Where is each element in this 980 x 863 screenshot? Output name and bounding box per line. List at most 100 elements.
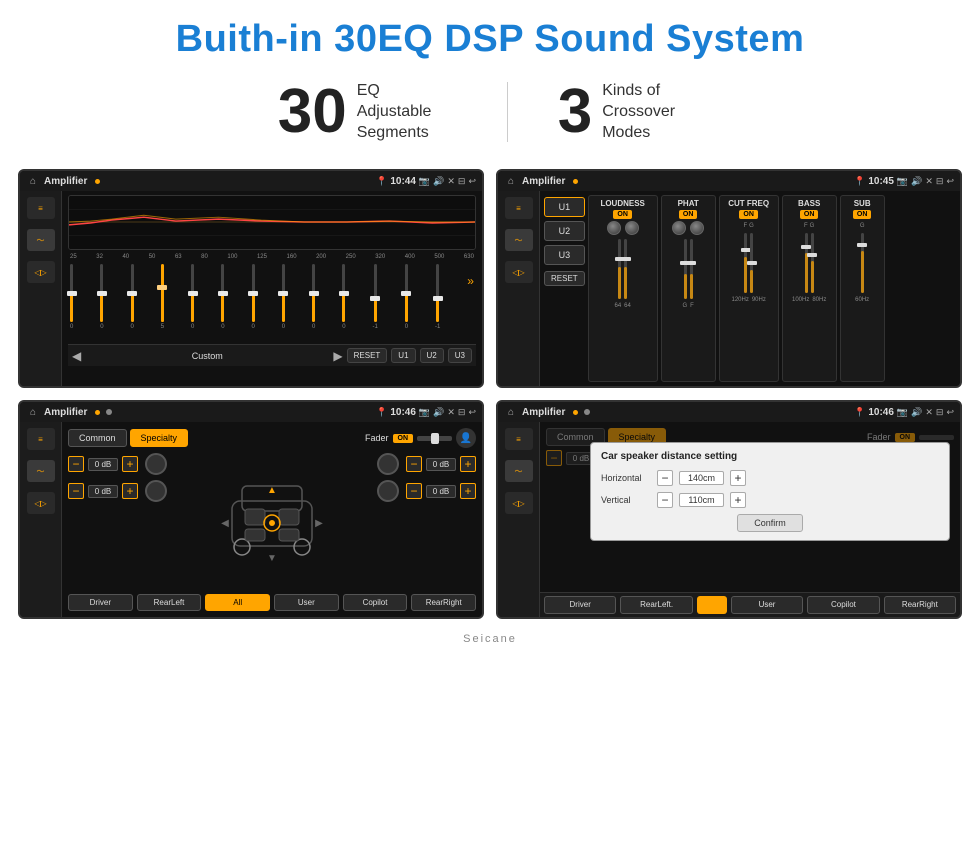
db4-minus[interactable]: − [406, 483, 422, 499]
confirm-button[interactable]: Confirm [737, 514, 803, 532]
home-icon[interactable]: ⌂ [26, 174, 40, 188]
db3-plus[interactable]: + [460, 456, 476, 472]
vertical-minus[interactable]: − [657, 492, 673, 508]
copilot-btn[interactable]: Copilot [343, 594, 408, 611]
rearleft-btn[interactable]: RearLeft [137, 594, 202, 611]
eq-slider-3[interactable]: 5 [161, 264, 164, 330]
eq-slider-7[interactable]: 0 [282, 264, 285, 330]
sidebar-vol-btn[interactable]: ◁▷ [27, 261, 55, 283]
sidebar3-wave-btn[interactable]: 〜 [27, 460, 55, 482]
loudness-knob2[interactable] [625, 221, 639, 235]
user-btn-4[interactable]: User [731, 596, 803, 614]
cutfreq-slider2[interactable] [750, 233, 753, 293]
db2-minus[interactable]: − [68, 483, 84, 499]
loudness-on[interactable]: ON [613, 210, 632, 219]
phat-on[interactable]: ON [679, 210, 698, 219]
eq-slider-8[interactable]: 0 [312, 264, 315, 330]
screen3-title: Amplifier [44, 407, 87, 418]
screen3-topbar-icons: 📍 10:46 📷 🔊 ✕ ⊟ ↩ [376, 407, 476, 418]
freq-50: 50 [149, 254, 156, 260]
loudness-knob1[interactable] [607, 221, 621, 235]
all-btn[interactable]: All [205, 594, 270, 611]
db1-plus[interactable]: + [122, 456, 138, 472]
db1-val: 0 dB [88, 458, 118, 471]
prev-btn[interactable]: ◀ [72, 349, 81, 363]
next-btn[interactable]: ▶ [333, 349, 342, 363]
profile-icon[interactable]: 👤 [456, 428, 476, 448]
db2-plus[interactable]: + [122, 483, 138, 499]
sub-on[interactable]: ON [853, 210, 872, 219]
camera-icon-3: 📷 [419, 407, 430, 418]
db3-minus[interactable]: − [406, 456, 422, 472]
home-icon-4[interactable]: ⌂ [504, 405, 518, 419]
dsp-reset-btn[interactable]: RESET [544, 271, 585, 286]
sidebar2-vol-btn[interactable]: ◁▷ [505, 261, 533, 283]
eq-slider-0[interactable]: 0 [70, 264, 73, 330]
u3-btn[interactable]: U3 [448, 348, 472, 363]
vertical-plus[interactable]: + [730, 492, 746, 508]
phat-slider2[interactable] [690, 239, 693, 299]
user-btn[interactable]: User [274, 594, 339, 611]
u1-btn[interactable]: U1 [391, 348, 415, 363]
eq-slider-2[interactable]: 0 [131, 264, 134, 330]
sub-slider1[interactable] [861, 233, 864, 293]
sidebar3-eq-btn[interactable]: ≡ [27, 428, 55, 450]
sidebar3-vol-btn[interactable]: ◁▷ [27, 492, 55, 514]
eq-slider-10[interactable]: -1 [373, 264, 378, 330]
eq-slider-6[interactable]: 0 [252, 264, 255, 330]
eq-slider-4[interactable]: 0 [191, 264, 194, 330]
driver-btn-4[interactable]: Driver [544, 596, 616, 614]
eq-slider-1[interactable]: 0 [100, 264, 103, 330]
freq-125: 125 [257, 254, 267, 260]
sidebar-wave-btn[interactable]: 〜 [27, 229, 55, 251]
db4-plus[interactable]: + [460, 483, 476, 499]
home-icon-3[interactable]: ⌂ [26, 405, 40, 419]
back-icon-2: ↩ [946, 176, 954, 187]
cutfreq-on[interactable]: ON [739, 210, 758, 219]
eq-slider-5[interactable]: 0 [221, 264, 224, 330]
sidebar2-eq-btn[interactable]: ≡ [505, 197, 533, 219]
reset-btn[interactable]: RESET [347, 348, 388, 363]
fader-slider[interactable] [417, 436, 452, 441]
home-icon-2[interactable]: ⌂ [504, 174, 518, 188]
bass-slider1[interactable] [805, 233, 808, 293]
loudness-slider1[interactable] [618, 239, 621, 299]
left-controls: − 0 dB + − 0 dB + [68, 453, 167, 589]
eq-slider-9[interactable]: 0 [342, 264, 345, 330]
phat-knob1[interactable] [672, 221, 686, 235]
screen4-title: Amplifier [522, 407, 565, 418]
fader-on-badge[interactable]: ON [393, 434, 414, 443]
dsp-u3-btn[interactable]: U3 [544, 245, 585, 265]
sidebar4-wave-btn[interactable]: 〜 [505, 460, 533, 482]
horizontal-minus[interactable]: − [657, 470, 673, 486]
screen-speaker: ⌂ Amplifier 📍 10:46 📷 🔊 ✕ ⊟ ↩ ≡ 〜 ◁▷ [18, 400, 484, 619]
dsp-u2-btn[interactable]: U2 [544, 221, 585, 241]
rearleft-btn-4[interactable]: RearLeft. [620, 596, 692, 614]
bass-on[interactable]: ON [800, 210, 819, 219]
eq-slider-12[interactable]: -1 [435, 264, 440, 330]
sidebar4-eq-btn[interactable]: ≡ [505, 428, 533, 450]
driver-btn[interactable]: Driver [68, 594, 133, 611]
rearright-btn-4[interactable]: RearRight [884, 596, 956, 614]
bass-slider2[interactable] [811, 233, 814, 293]
screen2-title: Amplifier [522, 176, 565, 187]
sidebar4-vol-btn[interactable]: ◁▷ [505, 492, 533, 514]
dsp-u1-btn[interactable]: U1 [544, 197, 585, 217]
tab-common[interactable]: Common [68, 429, 127, 447]
horizontal-plus[interactable]: + [730, 470, 746, 486]
db1-minus[interactable]: − [68, 456, 84, 472]
phat-knob2[interactable] [690, 221, 704, 235]
expand-arrow[interactable]: » [467, 264, 474, 288]
location-icon-2: 📍 [854, 176, 865, 187]
eq-slider-11[interactable]: 0 [405, 264, 408, 330]
sidebar-eq-btn[interactable]: ≡ [27, 197, 55, 219]
loudness-slider2[interactable] [624, 239, 627, 299]
u2-btn[interactable]: U2 [420, 348, 444, 363]
sidebar2-wave-btn[interactable]: 〜 [505, 229, 533, 251]
copilot-btn-4[interactable]: Copilot [807, 596, 879, 614]
rearright-btn[interactable]: RearRight [411, 594, 476, 611]
tab-specialty[interactable]: Specialty [130, 429, 189, 447]
speaker-icon-tl [145, 453, 167, 475]
window-icon-4: ⊟ [936, 407, 944, 418]
phat-slider1[interactable] [684, 239, 687, 299]
